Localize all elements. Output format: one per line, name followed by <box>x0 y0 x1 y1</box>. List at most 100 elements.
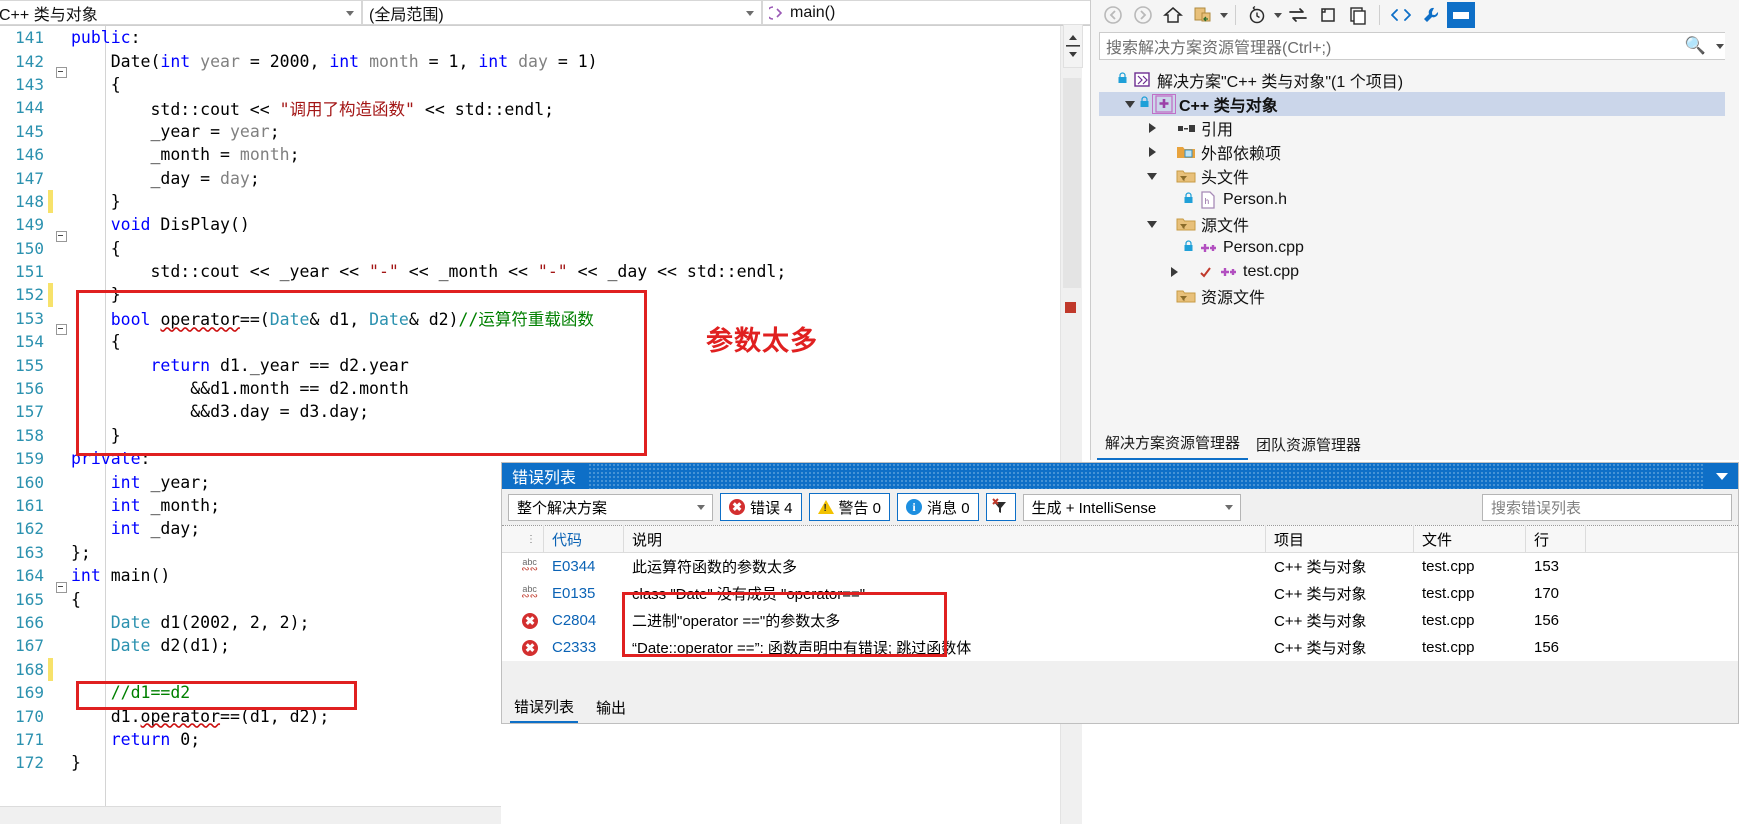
tree-item[interactable]: Person.cpp <box>1099 236 1739 260</box>
chevron-right-icon[interactable] <box>1143 123 1161 133</box>
table-row[interactable]: ✖ C2804 二进制"operator =="的参数太多 C++ 类与对象 test.… <box>502 607 1738 634</box>
code-token: d1._year == d2.year <box>210 355 409 375</box>
code-text: return d1._year == d2.year <box>67 355 409 375</box>
pending-changes-filter-icon[interactable] <box>1243 2 1271 28</box>
chevron-down-icon[interactable] <box>1220 12 1228 18</box>
chevron-down-icon[interactable] <box>1143 172 1161 180</box>
tree-item[interactable]: 引用 <box>1099 116 1739 140</box>
properties-wrench-icon[interactable] <box>1417 2 1445 28</box>
code-line[interactable]: 157 &&d3.day = d3.day; <box>0 400 1060 423</box>
code-line[interactable]: 151 std::cout << _year << "-" << _month … <box>0 260 1060 283</box>
column-header-description[interactable]: 说明 <box>624 525 1266 553</box>
errors-toggle-button[interactable]: ✖ 错误 4 <box>720 493 802 521</box>
code-line[interactable]: 150 { <box>0 237 1060 260</box>
code-line[interactable]: 154 { <box>0 330 1060 353</box>
preview-pane-icon[interactable] <box>1447 2 1475 28</box>
line-number: 167 <box>15 636 44 656</box>
collapse-all-icon[interactable] <box>1314 2 1342 28</box>
code-line[interactable]: 145 _year = year; <box>0 120 1060 143</box>
warnings-toggle-button[interactable]: 警告 0 <box>808 493 891 521</box>
change-indicator <box>48 166 53 189</box>
line-number: 150 <box>15 238 44 258</box>
tab-solution-explorer[interactable]: 解决方案资源管理器 <box>1097 429 1249 460</box>
tab-team-explorer[interactable]: 团队资源管理器 <box>1248 431 1369 460</box>
code-line[interactable]: 149 void DisPlay() <box>0 213 1060 242</box>
table-row[interactable]: abc ∾∾ E0344 此运算符函数的参数太多 C++ 类与对象 test.cpp 153 <box>502 553 1738 580</box>
sync-with-active-document-icon[interactable] <box>1189 2 1217 28</box>
chevron-right-icon[interactable] <box>1143 147 1161 157</box>
code-line[interactable]: 156 &&d1.month == d2.month <box>0 377 1060 400</box>
editor-split-handle[interactable] <box>1063 24 1083 68</box>
chevron-down-icon[interactable] <box>1274 12 1282 18</box>
home-icon[interactable] <box>1159 2 1187 28</box>
search-icon[interactable]: 🔍 <box>1685 36 1706 56</box>
scope-filter-combo[interactable]: 整个解决方案 <box>508 493 713 521</box>
tree-item[interactable]: h Person.h <box>1099 188 1739 212</box>
refresh-icon[interactable] <box>1284 2 1312 28</box>
error-search-input[interactable]: 搜索错误列表 <box>1482 493 1732 521</box>
code-line[interactable]: 147 _day = day; <box>0 166 1060 189</box>
code-text: bool operator==(Date& d1, Date& d2)//运算符… <box>67 306 594 330</box>
show-all-files-icon[interactable] <box>1344 2 1372 28</box>
solution-tree[interactable]: 解决方案"C++ 类与对象"(1 个项目) C++ 类与对象引用 外部依赖项 头文件 h… <box>1091 62 1739 308</box>
project-scope-combo[interactable]: C++ 类与对象 <box>0 0 362 25</box>
tree-item[interactable]: 头文件 <box>1099 164 1739 188</box>
tree-item[interactable]: 外部依赖项 <box>1099 140 1739 164</box>
table-row[interactable]: ✖ C2333 “Date::operator ==”: 函数声明中有错误; 跳过函… <box>502 634 1738 661</box>
chevron-down-icon[interactable] <box>1716 473 1728 480</box>
errors-count-label: 错误 4 <box>750 499 793 517</box>
code-line[interactable]: 153 bool operator==(Date& d1, Date& d2)/… <box>0 306 1060 336</box>
project-scope-label: C++ 类与对象 <box>0 6 98 24</box>
column-header-gutter[interactable]: ⋮ <box>502 525 544 553</box>
scrollbar-thumb[interactable] <box>1063 78 1081 288</box>
error-list-titlebar: 错误列表 <box>502 463 1738 489</box>
code-token: std::cout << _year << <box>71 262 370 282</box>
type-scope-combo[interactable]: (全局范围) <box>362 0 762 25</box>
tree-item[interactable]: 资源文件 <box>1099 284 1739 308</box>
messages-toggle-button[interactable]: i 消息 0 <box>897 493 979 521</box>
chevron-down-icon[interactable] <box>1143 220 1161 228</box>
code-line[interactable]: 155 return d1._year == d2.year <box>0 353 1060 376</box>
forward-arrow-icon[interactable] <box>1129 2 1157 28</box>
tree-item[interactable]: 解决方案"C++ 类与对象"(1 个项目) <box>1099 68 1739 92</box>
column-header-line[interactable]: 行 <box>1526 525 1586 553</box>
code-line[interactable]: 171 return 0; <box>0 728 1060 751</box>
code-line[interactable]: 158 } <box>0 424 1060 447</box>
solution-vertical-scrollbar[interactable] <box>1725 30 1739 430</box>
code-line[interactable]: 152 } <box>0 283 1060 307</box>
change-indicator <box>48 751 53 774</box>
table-row[interactable]: abc ∾∾ E0135 class "Date" 没有成员 "operator=="… <box>502 580 1738 607</box>
tree-item[interactable]: test.cpp <box>1099 260 1739 284</box>
chevron-down-icon[interactable] <box>1121 100 1139 108</box>
tab-error-list[interactable]: 错误列表 <box>510 694 579 723</box>
tree-item-label: 引用 <box>1201 122 1234 139</box>
code-line[interactable]: 146 _month = month; <box>0 143 1060 166</box>
code-line[interactable]: 143 { <box>0 73 1060 96</box>
column-header-code[interactable]: 代码 <box>544 525 624 553</box>
code-line[interactable]: 172} <box>0 751 1060 774</box>
column-header-file[interactable]: 文件 <box>1414 525 1526 553</box>
code-line[interactable]: 148 } <box>0 189 1060 214</box>
code-line[interactable]: 142 Date(int year = 2000, int month = 1,… <box>0 49 1060 79</box>
error-project: C++ 类与对象 <box>1274 586 1367 603</box>
chevron-down-icon[interactable] <box>1716 43 1724 49</box>
code-line[interactable]: 144 std::cout << "调用了构造函数" << std::endl; <box>0 96 1060 119</box>
error-scroll-marker[interactable] <box>1065 302 1076 313</box>
back-arrow-icon[interactable] <box>1099 2 1127 28</box>
code-line[interactable]: 141 public: <box>0 26 1060 49</box>
code-view-icon[interactable] <box>1387 2 1415 28</box>
chevron-right-icon[interactable] <box>1165 267 1183 277</box>
tab-output[interactable]: 输出 <box>592 695 630 722</box>
tree-item[interactable]: 源文件 <box>1099 212 1739 236</box>
tree-item[interactable]: C++ 类与对象 <box>1099 92 1739 116</box>
cpp-file-check-icon <box>1217 263 1239 281</box>
clear-filter-button[interactable] <box>985 493 1016 521</box>
column-header-project[interactable]: 项目 <box>1266 525 1414 553</box>
solution-search-input[interactable]: 搜索解决方案资源管理器(Ctrl+;) 🔍 <box>1099 32 1731 60</box>
build-filter-combo[interactable]: 生成 + IntelliSense <box>1022 493 1241 521</box>
code-text: } <box>67 192 121 211</box>
code-token: _day; <box>140 519 201 539</box>
line-number: 164 <box>15 566 44 586</box>
